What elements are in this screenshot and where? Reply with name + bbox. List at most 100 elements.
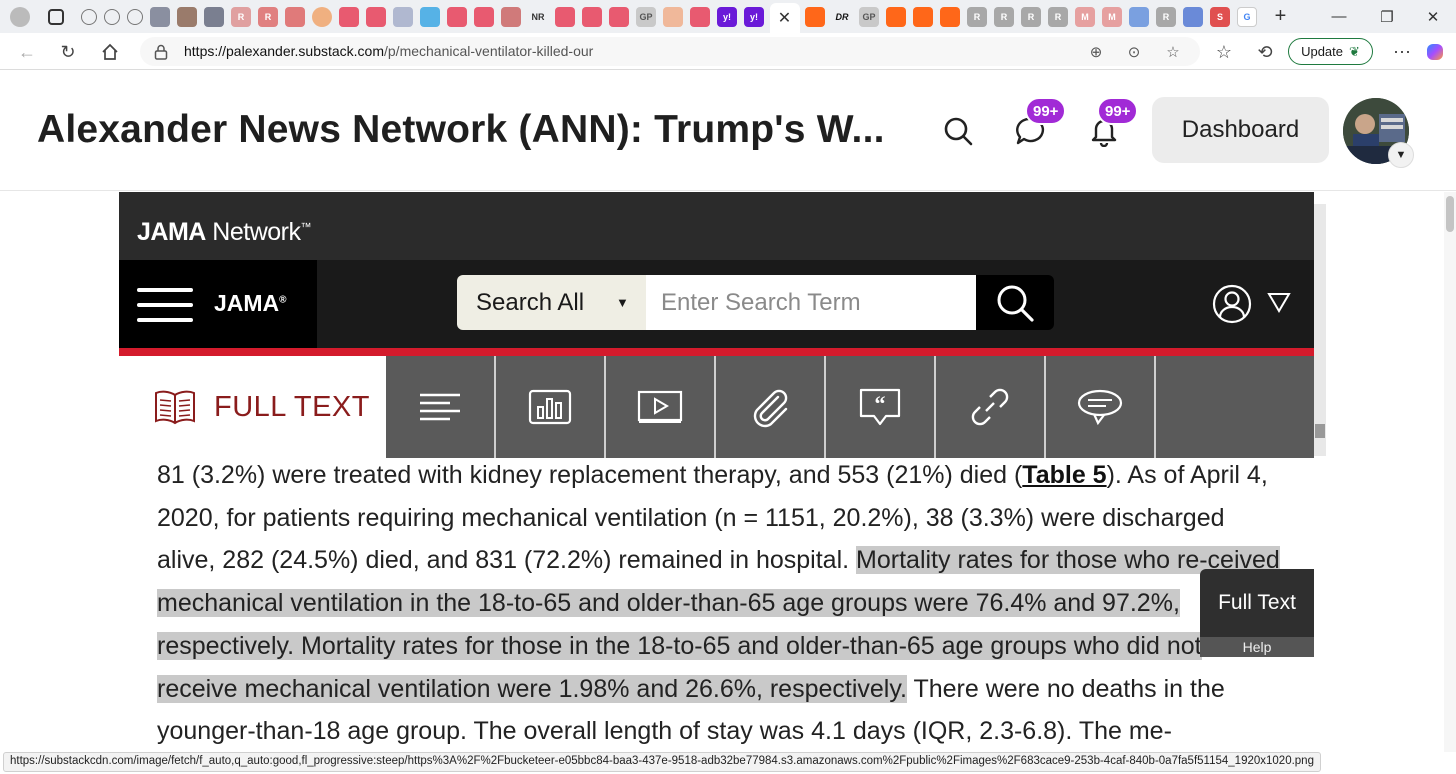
favorites-icon[interactable]: ☆	[1209, 37, 1239, 67]
tab-favicon-youtube[interactable]	[447, 6, 467, 27]
avatar-dropdown-icon[interactable]: ▼	[1388, 142, 1414, 168]
cite-tab: “	[826, 356, 936, 458]
comment-bubble-icon	[1077, 389, 1123, 426]
tab-favicon-nr[interactable]: NR	[528, 7, 548, 27]
search-scope-label: Search All	[476, 288, 585, 316]
profile-icon[interactable]	[10, 6, 30, 27]
update-icon: ❦	[1349, 43, 1360, 59]
page-scrollbar[interactable]	[1444, 192, 1456, 752]
workspaces-icon[interactable]	[47, 8, 64, 25]
tab-favicon-youtube[interactable]	[555, 6, 575, 27]
history-icon[interactable]: ⟲	[1250, 37, 1280, 67]
tab-favicon-substack[interactable]	[886, 6, 906, 27]
tab-favicon-youtube[interactable]	[582, 6, 602, 27]
update-button[interactable]: Update ❦	[1288, 38, 1373, 65]
page-scrollbar-thumb[interactable]	[1446, 196, 1454, 232]
tab-favicon-r[interactable]: R	[1048, 6, 1068, 27]
tab-strip: R R NR GP y! y! ✕ DR GP R R R R M M R S …	[0, 0, 1456, 33]
tab-favicon-youtube[interactable]	[474, 6, 494, 27]
tab-favicon-arrow[interactable]	[204, 6, 224, 27]
tab-favicon-c[interactable]	[420, 6, 440, 27]
tab-favicon-yahoo[interactable]: y!	[744, 6, 764, 27]
tab-favicon-yahoo[interactable]: y!	[717, 6, 737, 27]
new-tab-button[interactable]: +	[1271, 5, 1291, 27]
link-tab	[936, 356, 1046, 458]
table-5-link: Table 5	[1022, 461, 1107, 489]
tab-favicon-dr[interactable]: DR	[832, 7, 852, 27]
tab-favicon-google[interactable]: G	[1237, 6, 1257, 27]
more-options-icon[interactable]: ⊙	[1123, 41, 1145, 63]
tab-favicon-pdf[interactable]	[501, 6, 521, 27]
tab-favicon-r[interactable]: R	[258, 6, 278, 27]
tab-favicon-r[interactable]: R	[231, 6, 251, 27]
back-button[interactable]: ←	[12, 37, 42, 67]
favorite-star-icon[interactable]: ☆	[1162, 41, 1184, 63]
tab-favicon-youtube[interactable]	[339, 6, 359, 27]
tab-favicon-youtube[interactable]	[366, 6, 386, 27]
menu-dots-icon[interactable]: ⋯	[1387, 37, 1417, 67]
minimize-button[interactable]: —	[1316, 0, 1362, 33]
reload-button[interactable]: ↻	[53, 37, 83, 67]
tab-favicon-m[interactable]: M	[1075, 6, 1095, 27]
url-field[interactable]: https://palexander.substack.com/p/mechan…	[140, 37, 1200, 66]
tab-favicon-youtube[interactable]	[609, 6, 629, 27]
tab-favicon-gp[interactable]: GP	[859, 6, 879, 27]
jama-search-button	[976, 275, 1054, 330]
tab-favicon-substack[interactable]	[805, 6, 825, 27]
quote-bubble-icon: “	[859, 388, 901, 426]
jama-logo-reg: ®	[279, 294, 287, 306]
jama-top-bar: JAMA Network™	[119, 192, 1314, 260]
open-book-icon	[155, 390, 195, 425]
page-title[interactable]: Alexander News Network (ANN): Trump's W.…	[37, 108, 885, 152]
full-text-label: FULL TEXT	[214, 390, 370, 423]
paragraph-start: 81 (3.2%) were treated with kidney repla…	[157, 461, 1023, 489]
tab-favicon-globe[interactable]	[127, 8, 143, 25]
dashboard-button[interactable]: Dashboard	[1152, 97, 1329, 163]
status-url: https://substackcdn.com/image/fetch/f_au…	[3, 752, 1321, 772]
article-image[interactable]: JAMA Network™ JAMA® Search All ▼ FULL TE…	[119, 192, 1314, 752]
tab-favicon-ii[interactable]	[1183, 6, 1203, 27]
tab-favicon-substack[interactable]	[940, 6, 960, 27]
jama-brand-bold: JAMA	[137, 218, 206, 246]
tab-favicon-r[interactable]: R	[1021, 6, 1041, 27]
tab-favicon-b[interactable]	[663, 6, 683, 27]
lock-icon[interactable]	[150, 41, 172, 63]
svg-text:“: “	[875, 391, 886, 416]
tab-favicon-gp[interactable]: GP	[636, 6, 656, 27]
triangle-down-icon	[1267, 293, 1291, 313]
tab-favicon-youtube[interactable]	[690, 6, 710, 27]
jama-logo-word: JAMA	[214, 290, 280, 316]
tab-favicon-doc[interactable]	[177, 6, 197, 27]
video-tab	[606, 356, 716, 458]
tab-favicon-pdf[interactable]	[285, 6, 305, 27]
full-text-help-widget: Full Text Help	[1200, 569, 1314, 657]
tab-favicon-substack[interactable]	[913, 6, 933, 27]
tab-favicon-globe[interactable]	[104, 8, 120, 25]
copilot-icon[interactable]	[1420, 37, 1450, 67]
tab-favicon-r[interactable]: R	[967, 6, 987, 27]
zoom-icon[interactable]: ⊕	[1085, 41, 1107, 63]
tab-favicon-circle[interactable]	[312, 6, 332, 27]
update-label: Update	[1301, 44, 1343, 59]
jama-network-logo: JAMA Network™	[137, 218, 311, 247]
search-button[interactable]	[938, 111, 978, 151]
close-window-button[interactable]: ✕	[1410, 0, 1456, 33]
tab-favicon-m[interactable]: M	[1102, 6, 1122, 27]
tool-tab-bar: “	[386, 356, 1314, 458]
notification-badge: 99+	[1097, 97, 1139, 125]
tab-favicon-butterfly[interactable]	[1129, 6, 1149, 27]
tab-favicon-news[interactable]	[150, 6, 170, 27]
maximize-button[interactable]: ❐	[1364, 0, 1410, 33]
tab-favicon-r[interactable]: R	[994, 6, 1014, 27]
full-text-tab: FULL TEXT	[119, 356, 386, 458]
home-button[interactable]	[95, 37, 125, 67]
active-tab-close-icon[interactable]: ✕	[769, 3, 800, 33]
tab-favicon-s[interactable]: S	[1210, 6, 1230, 27]
jama-brand-tm: ™	[300, 221, 311, 234]
tab-favicon-wrench[interactable]	[393, 6, 413, 27]
jama-article-tabs: FULL TEXT “	[119, 356, 1314, 458]
tab-favicon-globe[interactable]	[81, 8, 97, 25]
tab-favicon-r[interactable]: R	[1156, 6, 1176, 27]
jama-logo-box: JAMA®	[119, 260, 317, 348]
chain-link-icon	[971, 388, 1009, 426]
